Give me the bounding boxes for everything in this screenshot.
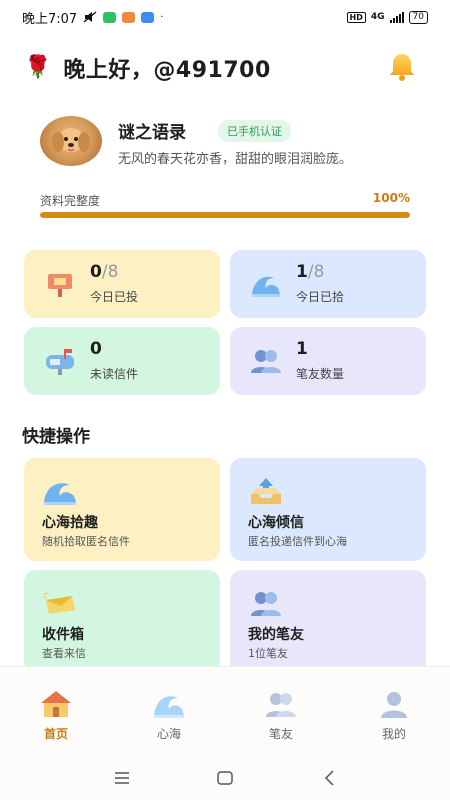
friends-icon [251,350,281,373]
quick-action-desc: 查看来信 [42,647,86,660]
mute-icon [83,11,97,23]
quick-action-desc: 1位笔友 [248,647,288,660]
stat-value: 1 [296,339,308,359]
tab-label: 我的 [381,727,406,741]
status-bar: 晚上7:07 · HD 4G 70 [0,0,450,34]
quick-action-title: 心海倾信 [248,515,304,531]
dog-avatar-icon [52,128,90,152]
stat-card-unread[interactable]: 0 未读信件 [24,327,220,395]
completeness-bar-fill [40,212,410,218]
friends-icon [251,592,281,616]
stat-label: 未读信件 [90,367,139,381]
avatar[interactable] [40,116,102,166]
tab-penpals[interactable]: 笔友 [251,689,311,742]
mailbox-icon [48,274,72,297]
quick-actions-title: 快捷操作 [22,427,90,447]
wave-icon [44,483,76,505]
back-icon[interactable] [320,768,340,788]
bell-icon[interactable] [386,52,418,82]
tab-mine[interactable]: 我的 [364,689,424,742]
menu-icon[interactable] [112,768,132,788]
hd-badge: HD [346,11,366,23]
mailbox-flag-icon [46,349,74,375]
quick-action-pick[interactable]: 心海拾趣 随机拾取匿名信件 [24,458,220,561]
wave-icon [154,696,184,718]
friends-icon [266,693,296,717]
status-time: 晚上7:07 [22,11,78,27]
profile-signature: 无风的春天花亦香，甜甜的眼泪润脸庞。 [118,152,353,167]
stat-card-picked-today[interactable]: 1/8 今日已拾 [230,250,426,318]
stat-value: 0 [90,339,102,359]
stat-value: 0/8 [90,262,119,282]
completeness-bar [40,212,410,218]
completeness-value: 100% [372,191,410,205]
gallery-icon [141,11,155,23]
stat-value: 1/8 [296,262,325,282]
quick-action-desc: 匿名投递信件到心海 [248,535,347,548]
quick-action-title: 心海拾趣 [42,515,98,531]
greeting-text: 晚上好，@491700 [63,58,271,83]
tab-label: 心海 [156,727,181,741]
quick-action-title: 我的笔友 [248,627,304,643]
wechat-icon [103,11,117,23]
home-square-icon[interactable] [215,768,235,788]
tab-heart-sea[interactable]: 心海 [139,689,199,742]
signal-icon [389,11,404,23]
verified-badge: 已手机认证 [218,120,291,142]
network-label: 4G [370,12,385,22]
envelope-icon [42,592,75,614]
tab-label: 首页 [43,727,68,741]
user-icon [381,692,407,718]
more-dot-icon: · [160,11,164,23]
completeness-label: 资料完整度 [40,194,101,208]
profile-name: 谜之语录 [118,123,186,143]
quick-action-send[interactable]: 心海倾信 匿名投递信件到心海 [230,458,426,561]
stat-label: 今日已投 [90,290,139,304]
rose-icon: 🌹 [24,55,52,80]
tab-home[interactable]: 首页 [26,689,86,742]
quick-action-friends[interactable]: 我的笔友 1位笔友 [230,570,426,673]
system-nav-bar [0,756,450,800]
stat-label: 笔友数量 [296,367,345,381]
tab-label: 笔友 [268,727,293,741]
quick-action-inbox[interactable]: 收件箱 查看来信 [24,570,220,673]
upload-tray-icon [251,478,281,504]
greeting-row: 🌹 晚上好，@491700 [24,52,271,84]
quick-action-title: 收件箱 [42,627,84,643]
stat-card-sent-today[interactable]: 0/8 今日已投 [24,250,220,318]
stat-label: 今日已拾 [296,290,345,304]
bottom-tab-bar: 首页 心海 笔友 我的 [0,666,450,757]
home-icon [41,691,71,717]
stat-card-friends[interactable]: 1 笔友数量 [230,327,426,395]
battery-icon: 70 [408,10,428,24]
quick-action-desc: 随机拾取匿名信件 [42,535,130,548]
wave-icon [252,276,280,297]
mail-icon [122,11,136,23]
